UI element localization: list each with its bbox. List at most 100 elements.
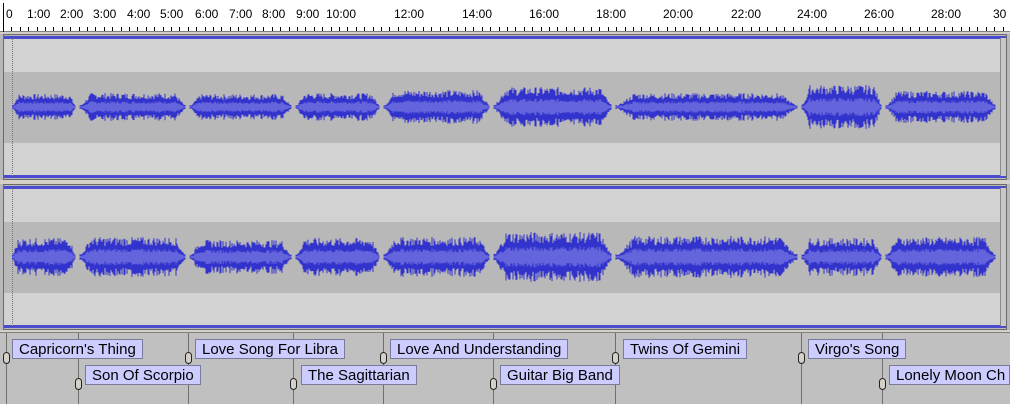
track-resize-handle[interactable] (1000, 38, 1006, 176)
ruler-tick (289, 27, 290, 31)
ruler-tick (381, 27, 382, 31)
ruler-label: 3:00 (93, 7, 117, 21)
ruler-tick (129, 27, 130, 31)
label-track[interactable]: Capricorn's Thing Love Song For Libra Lo… (0, 332, 1010, 404)
ruler-tick (263, 27, 264, 31)
ruler-tick (45, 27, 46, 31)
ruler-label: 26:00 (864, 7, 895, 21)
ruler-label: 14:00 (462, 7, 493, 21)
ruler-tick (566, 27, 567, 31)
ruler-tick (205, 27, 206, 31)
label-handle[interactable] (612, 352, 619, 364)
ruler-tick (809, 27, 810, 31)
ruler-tick (549, 27, 550, 31)
ruler-tick (79, 27, 80, 31)
ruler-tick (977, 27, 978, 31)
ruler-tick (423, 27, 424, 31)
label-handle[interactable] (490, 378, 497, 390)
track-label[interactable]: The Sagittarian (301, 365, 417, 385)
ruler-tick (683, 27, 684, 31)
ruler-tick (574, 27, 575, 31)
ruler-tick (658, 27, 659, 31)
ruler-tick (591, 27, 592, 31)
label-handle[interactable] (798, 352, 805, 364)
ruler-label: 30 (993, 7, 1007, 21)
ruler-tick (431, 27, 432, 31)
ruler-tick (95, 27, 96, 31)
ruler-tick (910, 27, 911, 31)
timeline-ruler[interactable]: 0 1:00 2:00 3:00 4:00 5:00 6:00 7:00 8:0… (0, 0, 1010, 32)
ruler-tick (473, 27, 474, 31)
ruler-tick (675, 27, 676, 31)
ruler-tick (11, 27, 12, 31)
ruler-tick (322, 27, 323, 31)
waveform-rms (295, 101, 380, 113)
track-label[interactable]: Lonely Moon Ch (889, 365, 1010, 385)
label-handle[interactable] (75, 378, 82, 390)
ruler-tick (3, 27, 4, 31)
ruler-tick (196, 27, 197, 31)
waveform-upper[interactable] (12, 34, 996, 180)
ruler-tick (70, 27, 71, 31)
ruler-tick (247, 27, 248, 31)
ruler-tick (373, 27, 374, 31)
ruler-tick (952, 27, 953, 31)
waveform-rms (295, 249, 380, 265)
ruler-tick (851, 27, 852, 31)
ruler-tick (633, 27, 634, 31)
ruler-tick (356, 27, 357, 31)
label-handle[interactable] (185, 352, 192, 364)
ruler-tick (297, 27, 298, 31)
ruler-tick (482, 27, 483, 31)
ruler-tick (843, 27, 844, 31)
ruler-tick (272, 27, 273, 31)
label-handle[interactable] (290, 378, 297, 390)
track-label[interactable]: Guitar Big Band (500, 365, 620, 385)
ruler-tick (709, 27, 710, 31)
track-label[interactable]: Virgo's Song (808, 339, 907, 359)
ruler-tick (541, 27, 542, 31)
track-label[interactable]: Love Song For Libra (195, 339, 345, 359)
ruler-tick (137, 27, 138, 31)
track-label[interactable]: Son Of Scorpio (85, 365, 201, 385)
ruler-tick (986, 27, 987, 31)
ruler-label: 18:00 (596, 7, 627, 21)
ruler-tick (331, 27, 332, 31)
ruler-tick (650, 27, 651, 31)
ruler-tick (465, 27, 466, 31)
track-label[interactable]: Twins Of Gemini (623, 339, 748, 359)
ruler-tick (919, 27, 920, 31)
label-handle[interactable] (879, 378, 886, 390)
ruler-tick (28, 27, 29, 31)
label-handle[interactable] (3, 352, 10, 364)
ruler-tick (37, 27, 38, 31)
track-label[interactable]: Love And Understanding (390, 339, 569, 359)
waveform-rms (189, 101, 292, 113)
ruler-label: 20:00 (663, 7, 694, 21)
ruler-label: 24:00 (797, 7, 828, 21)
ruler-tick (230, 27, 231, 31)
ruler-tick (759, 27, 760, 31)
label-handle[interactable] (380, 352, 387, 364)
ruler-tick (532, 27, 533, 31)
ruler-tick (717, 27, 718, 31)
ruler-tick (868, 27, 869, 31)
audio-track-left-channel[interactable] (0, 34, 1010, 180)
ruler-tick (112, 27, 113, 31)
ruler-tick (364, 27, 365, 31)
ruler-tick (154, 27, 155, 31)
ruler-tick (835, 27, 836, 31)
audio-track-right-channel[interactable] (0, 184, 1010, 330)
ruler-tick (961, 27, 962, 31)
waveform-lower[interactable] (12, 184, 996, 330)
track-resize-handle[interactable] (1000, 188, 1006, 326)
ruler-tick (515, 27, 516, 31)
ruler-tick (305, 27, 306, 31)
track-label[interactable]: Capricorn's Thing (12, 339, 143, 359)
ruler-tick (347, 27, 348, 31)
ruler-tick (902, 27, 903, 31)
ruler-label: 2:00 (60, 7, 84, 21)
ruler-tick (221, 27, 222, 31)
ruler-tick (280, 27, 281, 31)
ruler-tick (314, 27, 315, 31)
